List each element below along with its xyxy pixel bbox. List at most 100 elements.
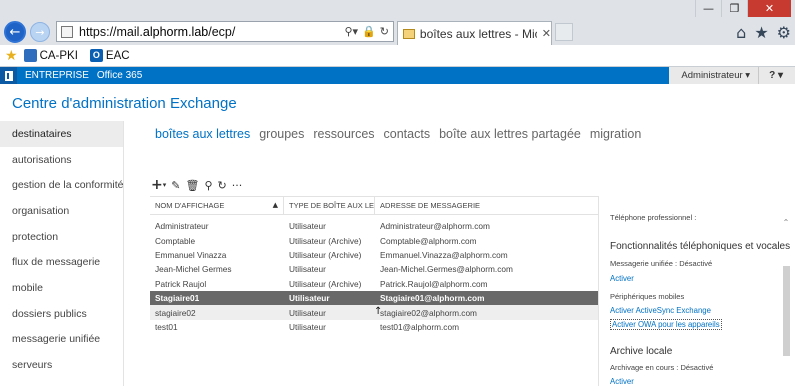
cell-email: Stagiaire01@alphorm.com (380, 293, 485, 304)
text-cursor-icon: ↑ (374, 306, 383, 317)
add-icon[interactable]: + ▾ (151, 177, 166, 193)
sort-ascending-icon: ▲ (272, 201, 278, 209)
refresh-icon[interactable]: ↻ (380, 25, 389, 38)
edit-pencil-icon[interactable]: ✎ (171, 179, 180, 192)
cell-email: Comptable@alphorm.com (380, 235, 477, 246)
cell-display-name: Administrateur (155, 221, 209, 232)
table-row[interactable]: Patrick Raujol Utilisateur (Archive) Pat… (150, 277, 598, 291)
table-row[interactable]: Administrateur Utilisateur Administrateu… (150, 219, 598, 233)
tab-boite-partagee[interactable]: boîte aux lettres partagée (439, 127, 581, 141)
nav-item-destinataires[interactable]: destinataires (0, 121, 123, 147)
forward-arrow-icon[interactable]: → (30, 22, 50, 42)
close-window-icon[interactable]: ✕ (747, 0, 791, 17)
home-icon[interactable]: ⌂ (736, 23, 746, 42)
cell-display-name: Emmanuel Vinazza (155, 249, 227, 260)
ca-pki-icon (23, 49, 37, 62)
cell-mailbox-type: Utilisateur (Archive) (289, 278, 362, 289)
cell-mailbox-type: Utilisateur (289, 307, 326, 318)
scroll-up-icon[interactable]: ⌃ (781, 218, 791, 227)
close-tab-icon[interactable]: ✕ (542, 27, 551, 40)
favorites-star-icon[interactable]: ★ (754, 23, 768, 42)
help-menu[interactable]: ? ▾ (759, 70, 795, 81)
page-title: Centre d'administration Exchange (12, 95, 237, 112)
tab-contacts[interactable]: contacts (384, 127, 431, 141)
nav-item-mobile[interactable]: mobile (0, 275, 123, 301)
eac-icon: O (89, 49, 103, 62)
toolbar: + ▾ ✎ 🗑 ⚲ ↻ ··· (151, 177, 242, 193)
cell-mailbox-type: Utilisateur (Archive) (289, 235, 362, 246)
nav-item-protection[interactable]: protection (0, 224, 123, 250)
table-row[interactable]: Jean-Michel Germes Utilisateur Jean-Mich… (150, 262, 598, 276)
favorite-ca-pki[interactable]: CA-PKI (23, 49, 78, 62)
column-header-mailbox-type[interactable]: TYPE DE BOÎTE AUX LETT... (284, 196, 375, 215)
favorites-star-icon[interactable]: ★ (5, 48, 18, 64)
favorite-eac[interactable]: O EAC (89, 49, 130, 62)
sub-tabs: boîtes aux lettres groupes ressources co… (155, 127, 641, 141)
um-enable-link[interactable]: Activer (610, 274, 634, 283)
cell-email: Administrateur@alphorm.com (380, 221, 490, 232)
minimize-icon[interactable]: — (695, 0, 721, 17)
lock-icon[interactable]: 🔒 (362, 25, 376, 38)
column-header-display-name[interactable]: NOM D'AFFICHAGE ▲ (150, 196, 284, 215)
column-header-email-address[interactable]: ADRESSE DE MESSAGERIE (375, 196, 598, 215)
details-pane: Téléphone professionnel : Fonctionnalité… (598, 196, 795, 386)
nav-item-dossiers-publics[interactable]: dossiers publics (0, 301, 123, 327)
refresh-icon[interactable]: ↻ (218, 179, 227, 192)
nav-item-flux-messagerie[interactable]: flux de messagerie (0, 249, 123, 275)
browser-tab[interactable]: boîtes aux lettres - Microso... ✕ (397, 21, 552, 45)
office-logo-icon[interactable] (0, 67, 17, 84)
table-row[interactable]: Emmanuel Vinazza Utilisateur (Archive) E… (150, 248, 598, 262)
cell-email: Jean-Michel.Germes@alphorm.com (380, 264, 513, 275)
more-options-icon[interactable]: ··· (232, 179, 243, 192)
cell-display-name: stagiaire02 (155, 307, 196, 318)
table-row[interactable]: test01 Utilisateur test01@alphorm.com (150, 320, 598, 334)
back-arrow-icon[interactable]: ← (4, 21, 26, 43)
archive-status: Archivage en cours : Désactivé (610, 363, 714, 372)
owa-devices-link[interactable]: Activer OWA pour les appareils (610, 319, 722, 330)
cell-mailbox-type: Utilisateur (289, 264, 326, 275)
scroll-thumb[interactable] (783, 266, 790, 356)
cell-email: Emmanuel.Vinazza@alphorm.com (380, 249, 508, 260)
cell-display-name: Patrick Raujol (155, 278, 207, 289)
nav-item-autorisations[interactable]: autorisations (0, 147, 123, 173)
cell-display-name: test01 (155, 321, 178, 332)
work-phone-label: Téléphone professionnel : (610, 213, 697, 222)
table-row-selected[interactable]: Stagiaire01 Utilisateur Stagiaire01@alph… (150, 290, 598, 306)
top-link-office365[interactable]: Office 365 (97, 70, 142, 81)
mobile-devices-label: Périphériques mobiles (610, 292, 685, 301)
nav-item-messagerie-unifiee[interactable]: messagerie unifiée (0, 327, 123, 353)
favorites-bar: ★ CA-PKI O EAC (0, 45, 795, 66)
nav-item-serveurs[interactable]: serveurs (0, 352, 123, 378)
restore-icon[interactable]: ❐ (721, 0, 747, 17)
tab-groupes[interactable]: groupes (259, 127, 304, 141)
tab-boites-aux-lettres[interactable]: boîtes aux lettres (155, 127, 250, 141)
top-link-entreprise[interactable]: ENTREPRISE (25, 70, 89, 81)
cell-email: Patrick.Raujol@alphorm.com (380, 278, 488, 289)
archive-enable-link[interactable]: Activer (610, 377, 634, 386)
left-nav: destinataires autorisations gestion de l… (0, 121, 124, 386)
search-icon[interactable]: ⚲ (204, 179, 212, 192)
activesync-link[interactable]: Activer ActiveSync Exchange (610, 306, 711, 315)
table-header: NOM D'AFFICHAGE▲ TYPE DE BOÎTE AUX LETT.… (150, 196, 598, 215)
window-controls: — ❐ ✕ (695, 0, 791, 17)
url-text[interactable]: https://mail.alphorm.lab/ecp/ (79, 25, 235, 39)
cell-mailbox-type: Utilisateur (289, 293, 330, 304)
user-menu[interactable]: Administrateur ▾ (669, 67, 760, 84)
settings-gear-icon[interactable]: ⚙ (777, 23, 791, 42)
nav-item-organisation[interactable]: organisation (0, 198, 123, 224)
tab-migration[interactable]: migration (590, 127, 641, 141)
delete-trash-icon[interactable]: 🗑 (185, 179, 199, 192)
details-scrollbar[interactable]: ⌃ (781, 218, 791, 386)
tab-ressources[interactable]: ressources (313, 127, 374, 141)
page-icon (61, 25, 73, 38)
search-icon[interactable]: ⚲▾ (345, 25, 359, 38)
cell-display-name: Stagiaire01 (155, 293, 200, 304)
cell-display-name: Comptable (155, 235, 196, 246)
cell-email: test01@alphorm.com (380, 321, 459, 332)
table-row[interactable]: Comptable Utilisateur (Archive) Comptabl… (150, 233, 598, 247)
archive-heading: Archive locale (610, 346, 673, 357)
cell-email: stagiaire02@alphorm.com (380, 307, 477, 318)
nav-item-conformite[interactable]: gestion de la conformité (0, 172, 123, 198)
address-bar[interactable]: https://mail.alphorm.lab/ecp/ ⚲▾ 🔒 ↻ (56, 21, 394, 42)
new-tab-button[interactable] (555, 23, 573, 41)
